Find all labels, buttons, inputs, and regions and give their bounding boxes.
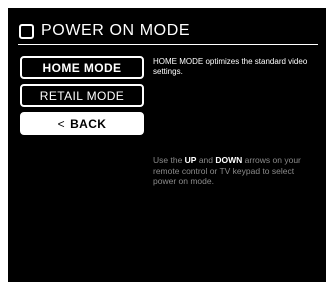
help-up: UP [184, 155, 197, 165]
help-text: Use the UP and DOWN arrows on your remot… [153, 155, 318, 187]
square-outline-icon [19, 23, 34, 39]
help-down: DOWN [215, 155, 243, 165]
mode-description: HOME MODE optimizes the standard video s… [153, 57, 308, 76]
home-mode-button[interactable]: HOME MODE [20, 56, 144, 79]
back-button[interactable]: < BACK [20, 112, 144, 135]
tv-menu-screen: POWER ON MODE HOME MODE RETAIL MODE < BA… [8, 8, 326, 282]
help-prefix: Use the [153, 155, 185, 165]
help-and: and [196, 155, 216, 165]
retail-mode-label: RETAIL MODE [39, 88, 125, 103]
mode-menu: HOME MODE RETAIL MODE < BACK [20, 56, 144, 140]
chevron-left-icon: < [57, 116, 66, 131]
page-title: POWER ON MODE [41, 22, 191, 39]
retail-mode-button[interactable]: RETAIL MODE [20, 84, 144, 107]
header-divider [18, 44, 318, 45]
header: POWER ON MODE [19, 20, 190, 42]
home-mode-label: HOME MODE [42, 60, 122, 75]
back-label: BACK [70, 116, 107, 131]
